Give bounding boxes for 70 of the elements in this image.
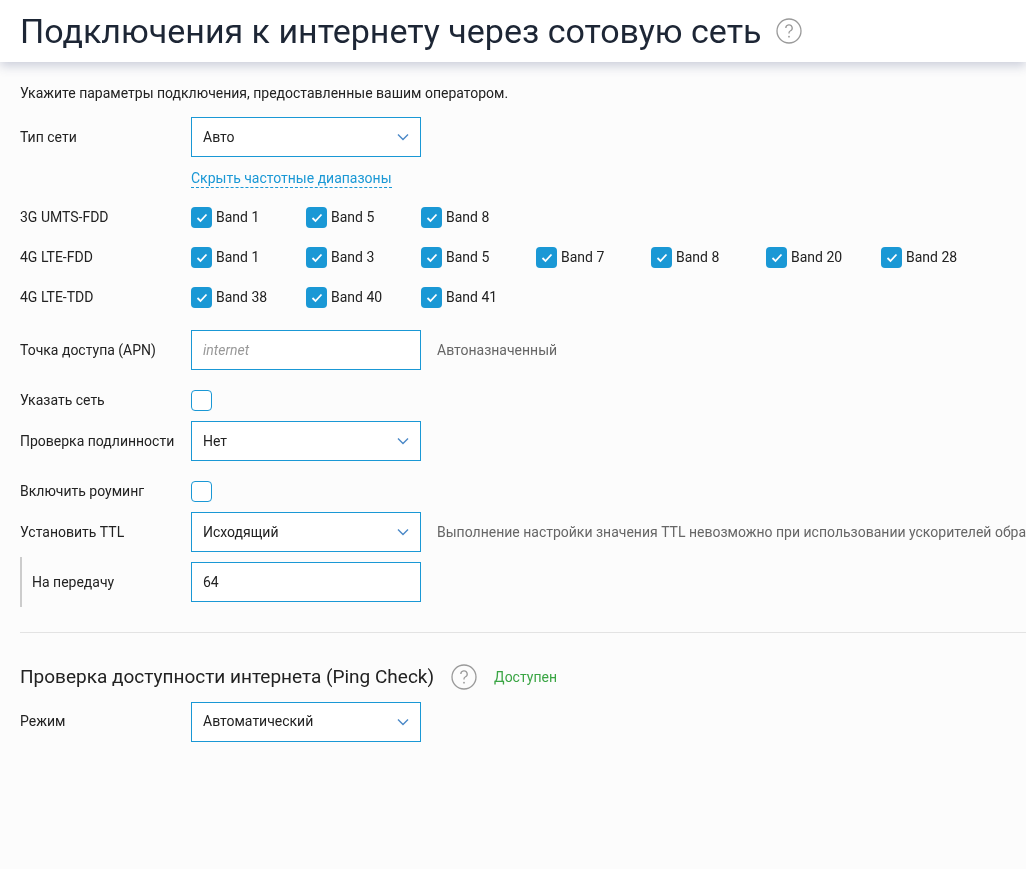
field-label: Точка доступа (APN) bbox=[20, 340, 157, 361]
band-label: Band 5 bbox=[446, 248, 490, 267]
select-field[interactable]: Авто bbox=[191, 117, 421, 157]
check-icon bbox=[425, 252, 438, 263]
check-icon bbox=[425, 292, 438, 303]
checkbox[interactable] bbox=[191, 481, 212, 502]
apn-field[interactable]: internet bbox=[191, 330, 421, 370]
hint-text: Выполнение настройки значения TTL невозможно при использовании ускорителей обра bbox=[437, 522, 1026, 542]
check-icon bbox=[425, 212, 438, 223]
check-icon bbox=[195, 292, 208, 303]
band-label: Band 41 bbox=[446, 288, 498, 307]
caret-icon bbox=[397, 133, 409, 141]
caret-icon bbox=[397, 437, 409, 445]
intro-text: Укажите параметры подключения, предоставленные вашим оператором. bbox=[20, 84, 510, 103]
page-title: Подключения к интернету через сотовую сеть bbox=[20, 14, 762, 48]
checkbox[interactable] bbox=[651, 247, 672, 268]
checkbox[interactable] bbox=[191, 287, 212, 308]
field-label: 3G UMTS-FDD bbox=[20, 208, 110, 227]
band-label: Band 28 bbox=[906, 248, 958, 267]
field-label: Установить TTL bbox=[20, 522, 126, 542]
checkbox[interactable] bbox=[421, 207, 442, 228]
checkbox[interactable] bbox=[306, 247, 327, 268]
check-icon bbox=[310, 252, 323, 263]
checkbox[interactable] bbox=[191, 390, 212, 411]
check-icon bbox=[885, 252, 898, 263]
check-icon bbox=[310, 292, 323, 303]
check-icon bbox=[655, 252, 668, 263]
field-label: Режим bbox=[20, 712, 67, 731]
band-label: Band 1 bbox=[216, 248, 260, 267]
ttl-field[interactable]: 64 bbox=[191, 562, 421, 602]
band-label: Band 7 bbox=[561, 248, 605, 267]
section-title: Проверка доступности интернета (Ping Check) bbox=[20, 664, 435, 690]
band-label: Band 5 bbox=[331, 208, 375, 227]
check-icon bbox=[195, 252, 208, 263]
select-field[interactable]: Исходящий bbox=[191, 512, 421, 552]
caret-icon bbox=[397, 528, 409, 536]
field-label: Тип сети bbox=[20, 127, 78, 147]
field-label: Включить роуминг bbox=[20, 482, 146, 501]
field-label: Проверка подлинности bbox=[20, 431, 176, 451]
checkbox[interactable] bbox=[191, 207, 212, 228]
band-label: Band 20 bbox=[791, 248, 843, 267]
band-label: Band 8 bbox=[676, 248, 720, 267]
status-text: Доступен bbox=[494, 667, 557, 687]
help-icon[interactable] bbox=[775, 18, 802, 44]
select-field[interactable]: Нет bbox=[191, 421, 421, 461]
select-field[interactable]: Автоматический bbox=[191, 701, 421, 742]
help-icon[interactable] bbox=[451, 664, 478, 691]
check-icon bbox=[195, 212, 208, 223]
checkbox[interactable] bbox=[766, 247, 787, 268]
check-icon bbox=[310, 212, 323, 223]
band-label: Band 38 bbox=[216, 288, 268, 307]
checkbox[interactable] bbox=[421, 287, 442, 308]
band-label: Band 3 bbox=[331, 248, 375, 267]
caret-icon bbox=[397, 717, 409, 726]
band-label: Band 40 bbox=[331, 288, 383, 307]
checkbox[interactable] bbox=[191, 247, 212, 268]
band-label: Band 1 bbox=[216, 208, 260, 227]
checkbox[interactable] bbox=[421, 247, 442, 268]
checkbox[interactable] bbox=[536, 247, 557, 268]
check-icon bbox=[540, 252, 553, 263]
hint-text: Автоназначенный bbox=[437, 340, 558, 360]
field-label: 4G LTE-TDD bbox=[20, 288, 95, 307]
checkbox[interactable] bbox=[306, 207, 327, 228]
field-label: На передачу bbox=[31, 572, 116, 592]
check-icon bbox=[770, 252, 783, 263]
field-label: 4G LTE-FDD bbox=[20, 248, 94, 267]
band-label: Band 8 bbox=[446, 208, 490, 227]
checkbox[interactable] bbox=[306, 287, 327, 308]
checkbox[interactable] bbox=[881, 247, 902, 268]
field-label: Указать сеть bbox=[20, 391, 106, 410]
